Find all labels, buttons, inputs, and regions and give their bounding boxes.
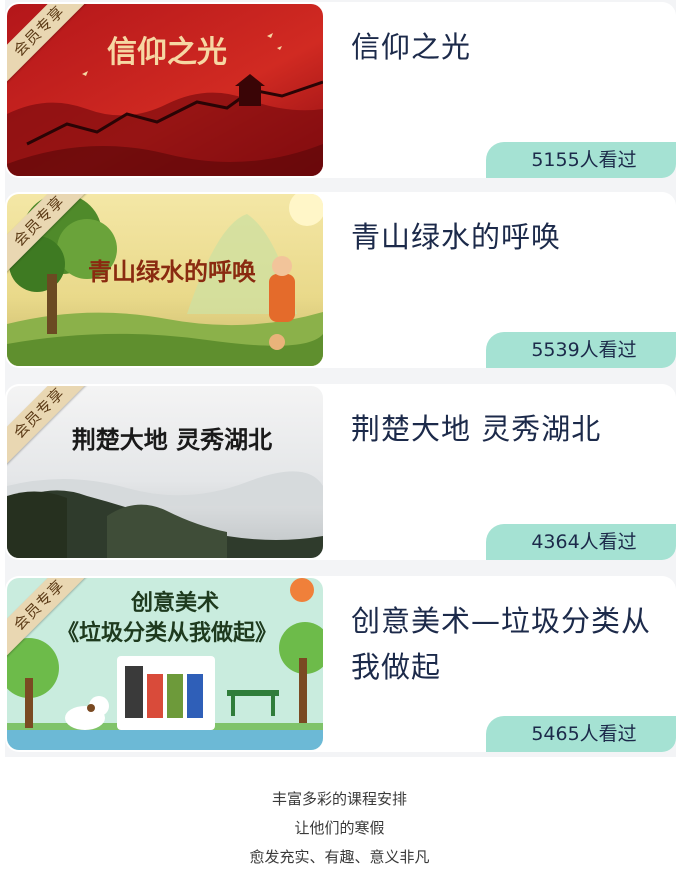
course-list: 信仰之光 会员专享 信仰之光 5155人看过 青山绿水的呼唤 会员专享 青山绿水… xyxy=(5,0,676,757)
thumbnail-title-text: 荆楚大地 灵秀湖北 xyxy=(72,425,272,454)
thumbnail-title-line1: 创意美术 xyxy=(130,590,219,616)
footer-line-3: 愈发充实、有趣、意义非凡 xyxy=(249,848,430,866)
view-count-badge: 5155人看过 xyxy=(486,142,676,178)
course-title[interactable]: 青山绿水的呼唤 xyxy=(351,214,651,260)
course-card[interactable]: 青山绿水的呼唤 会员专享 青山绿水的呼唤 5539人看过 xyxy=(5,192,676,368)
course-thumbnail[interactable]: 创意美术 《垃圾分类从我做起》 会员专享 xyxy=(7,578,323,750)
course-title[interactable]: 荆楚大地 灵秀湖北 xyxy=(351,406,651,452)
view-count-badge: 5539人看过 xyxy=(486,332,676,368)
course-thumbnail[interactable]: 青山绿水的呼唤 会员专享 xyxy=(7,194,323,366)
thumbnail-title-text: 信仰之光 xyxy=(107,35,227,70)
course-title[interactable]: 信仰之光 xyxy=(351,24,651,70)
course-card[interactable]: 创意美术 《垃圾分类从我做起》 会员专享 创意美术—垃圾分类从我做起 5465人… xyxy=(5,576,676,752)
course-thumbnail[interactable]: 荆楚大地 灵秀湖北 会员专享 xyxy=(7,386,323,558)
footer-line-2: 让他们的寒假 xyxy=(294,819,385,837)
course-card[interactable]: 信仰之光 会员专享 信仰之光 5155人看过 xyxy=(5,2,676,178)
thumbnail-title-text: 青山绿水的呼唤 xyxy=(88,257,256,286)
view-count-badge: 5465人看过 xyxy=(486,716,676,752)
view-count-badge: 4364人看过 xyxy=(486,524,676,560)
course-card[interactable]: 荆楚大地 灵秀湖北 会员专享 荆楚大地 灵秀湖北 4364人看过 xyxy=(5,384,676,560)
course-title[interactable]: 创意美术—垃圾分类从我做起 xyxy=(351,598,651,690)
footer-line-1: 丰富多彩的课程安排 xyxy=(271,790,407,808)
course-thumbnail[interactable]: 信仰之光 会员专享 xyxy=(7,4,323,176)
footer-caption: 丰富多彩的课程安排 让他们的寒假 愈发充实、有趣、意义非凡 xyxy=(0,785,679,872)
thumbnail-title-line2: 《垃圾分类从我做起》 xyxy=(57,620,277,646)
